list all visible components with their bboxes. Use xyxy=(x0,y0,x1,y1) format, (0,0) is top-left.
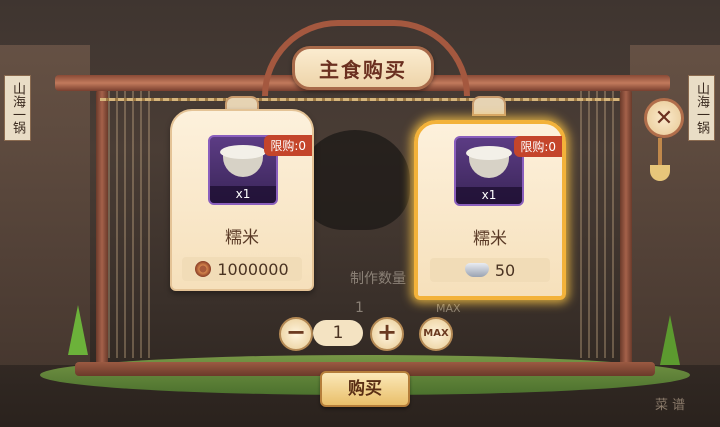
left-banner: 山海一锅 xyxy=(4,75,31,141)
price-row: 50 xyxy=(430,258,550,282)
ghost-max: MAX xyxy=(436,302,461,315)
shop-item-card-1[interactable]: x1 限购:0 糯米 1000000 xyxy=(170,109,314,291)
increase-quantity-button[interactable]: + xyxy=(370,317,404,351)
item-name: 糯米 xyxy=(473,229,507,249)
cooking-pot-illustration xyxy=(300,130,410,230)
recipe-button[interactable]: 菜 谱 xyxy=(655,394,685,413)
item-name: 糯米 xyxy=(225,228,259,248)
item-quantity: x1 xyxy=(456,187,522,204)
item-quantity: x1 xyxy=(210,186,276,203)
purchase-limit-badge: 限购:0 xyxy=(514,136,562,157)
right-banner: 山海一锅 xyxy=(688,75,715,141)
quantity-input[interactable]: 1 xyxy=(313,320,363,346)
hanging-rope xyxy=(100,98,620,101)
grass-tuft-left xyxy=(68,305,88,355)
price-row: 1000000 xyxy=(182,257,302,281)
left-post xyxy=(96,90,108,370)
left-lattice xyxy=(108,88,156,358)
silver-ingot-icon xyxy=(464,263,489,277)
close-icon: ✕ xyxy=(654,105,674,131)
close-button[interactable]: ✕ xyxy=(644,98,684,138)
right-post xyxy=(620,90,632,370)
page-title: 主食购买 xyxy=(319,57,407,82)
grass-tuft-right xyxy=(660,315,680,365)
shop-item-card-2[interactable]: x1 限购:0 糯米 50 xyxy=(414,120,566,300)
tassel-cord xyxy=(658,138,662,168)
price-value: 1000000 xyxy=(217,259,289,279)
copper-coin-icon xyxy=(195,261,212,277)
rice-icon xyxy=(466,146,512,160)
ghost-quantity-label: 制作数量 xyxy=(350,271,406,287)
max-quantity-button[interactable]: MAX xyxy=(419,317,453,351)
buy-button[interactable]: 购买 xyxy=(320,371,410,407)
purchase-limit-badge: 限购:0 xyxy=(264,135,312,156)
rice-icon xyxy=(220,145,266,159)
price-value: 50 xyxy=(494,260,516,280)
card-hanger xyxy=(472,96,506,116)
ghost-quantity-value: 1 xyxy=(355,300,364,316)
title-plaque: 主食购买 xyxy=(292,46,434,90)
decrease-quantity-button[interactable]: − xyxy=(279,317,313,351)
